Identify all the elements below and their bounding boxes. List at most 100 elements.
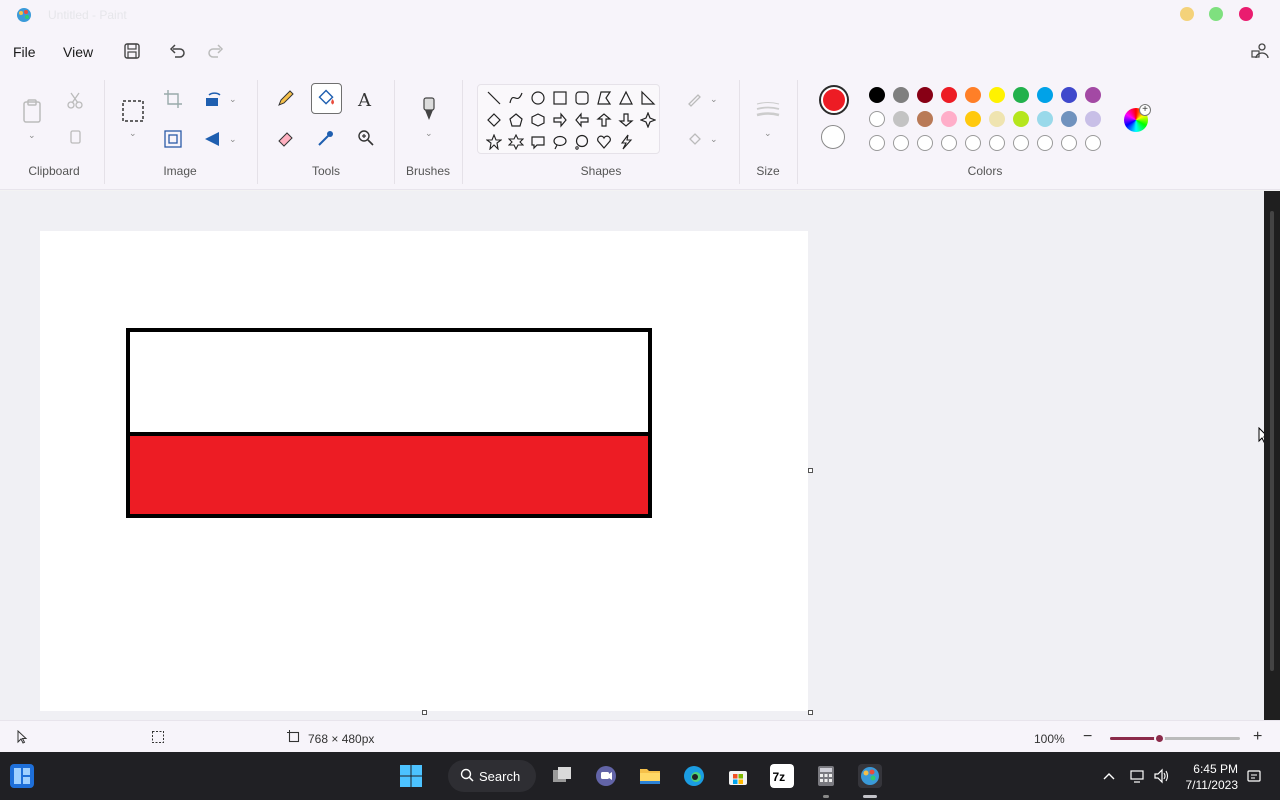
scrollbar-thumb[interactable] — [1270, 211, 1274, 671]
triangle-shape-icon[interactable] — [618, 90, 634, 106]
custom-color-slot[interactable] — [1037, 135, 1053, 151]
zoom-slider-thumb[interactable] — [1154, 733, 1166, 744]
file-explorer-icon[interactable] — [638, 764, 662, 788]
view-menu[interactable]: View — [63, 44, 93, 60]
palette-swatch[interactable] — [893, 87, 909, 103]
widgets-icon[interactable] — [10, 764, 34, 788]
polygon-shape-icon[interactable] — [596, 90, 612, 106]
palette-swatch[interactable] — [893, 111, 909, 127]
palette-swatch[interactable] — [989, 87, 1005, 103]
select-icon[interactable] — [121, 99, 145, 123]
canvas-resize-handle-bottom[interactable] — [422, 710, 427, 715]
palette-swatch[interactable] — [1085, 87, 1101, 103]
rectangular-callout-shape-icon[interactable] — [530, 134, 546, 150]
pentagon-shape-icon[interactable] — [508, 112, 524, 128]
oval-callout-shape-icon[interactable] — [552, 134, 568, 150]
copy-icon[interactable] — [66, 128, 84, 146]
rounded-rectangle-shape-icon[interactable] — [574, 90, 590, 106]
palette-swatch[interactable] — [869, 111, 885, 127]
eraser-icon[interactable] — [276, 128, 296, 148]
edge-browser-icon[interactable] — [682, 764, 706, 788]
lightning-shape-icon[interactable] — [618, 134, 634, 150]
zoom-slider[interactable] — [1110, 733, 1240, 744]
custom-color-slot[interactable] — [1061, 135, 1077, 151]
color-picker-icon[interactable] — [316, 128, 336, 148]
custom-color-slot[interactable] — [941, 135, 957, 151]
pencil-icon[interactable] — [276, 88, 296, 108]
palette-swatch[interactable] — [917, 87, 933, 103]
primary-color-button[interactable] — [819, 85, 849, 115]
curve-shape-icon[interactable] — [508, 90, 524, 106]
edit-colors-button[interactable]: + — [1124, 104, 1151, 132]
chat-icon[interactable] — [594, 764, 618, 788]
palette-swatch[interactable] — [917, 111, 933, 127]
palette-swatch[interactable] — [1061, 87, 1077, 103]
chevron-down-icon[interactable]: ⌄ — [229, 94, 237, 105]
notifications-icon[interactable] — [1246, 768, 1262, 784]
shape-fill-icon[interactable] — [686, 130, 704, 148]
magnifier-icon[interactable] — [356, 128, 376, 148]
line-shape-icon[interactable] — [486, 90, 502, 106]
chevron-down-icon[interactable]: ⌄ — [229, 134, 237, 145]
save-icon[interactable] — [122, 41, 142, 61]
palette-swatch[interactable] — [1037, 111, 1053, 127]
zoom-in-button[interactable]: + — [1253, 728, 1262, 746]
palette-swatch[interactable] — [989, 111, 1005, 127]
crop-icon[interactable] — [163, 89, 183, 109]
cut-icon[interactable] — [65, 90, 85, 110]
oval-shape-icon[interactable] — [530, 90, 546, 106]
start-icon[interactable] — [399, 764, 423, 788]
custom-color-slot[interactable] — [917, 135, 933, 151]
palette-swatch[interactable] — [1061, 111, 1077, 127]
right-triangle-shape-icon[interactable] — [640, 90, 656, 106]
heart-shape-icon[interactable] — [596, 134, 612, 150]
volume-icon[interactable] — [1153, 768, 1169, 784]
rectangle-shape-icon[interactable] — [552, 90, 568, 106]
chevron-down-icon[interactable]: ⌄ — [710, 134, 718, 145]
zoom-level-text[interactable]: 100% — [1034, 732, 1065, 746]
four-point-star-shape-icon[interactable] — [639, 111, 657, 129]
taskbar-clock[interactable]: 6:45 PM 7/11/2023 — [1182, 761, 1239, 793]
chevron-down-icon[interactable]: ⌄ — [28, 130, 36, 141]
left-arrow-shape-icon[interactable] — [574, 112, 590, 128]
drawing-canvas[interactable] — [40, 231, 808, 711]
text-icon[interactable]: A — [355, 88, 377, 111]
custom-color-slot[interactable] — [893, 135, 909, 151]
up-arrow-shape-icon[interactable] — [596, 112, 612, 128]
resize-icon[interactable] — [163, 129, 183, 149]
palette-swatch[interactable] — [1013, 87, 1029, 103]
maximize-button[interactable] — [1209, 7, 1223, 21]
file-menu[interactable]: File — [13, 44, 36, 60]
palette-swatch[interactable] — [1013, 111, 1029, 127]
palette-swatch[interactable] — [941, 111, 957, 127]
chevron-down-icon[interactable]: ⌄ — [425, 128, 433, 139]
account-icon[interactable] — [1250, 41, 1270, 61]
paste-icon[interactable] — [20, 98, 44, 124]
six-point-star-shape-icon[interactable] — [507, 133, 525, 151]
undo-icon[interactable] — [167, 41, 187, 61]
task-view-icon[interactable] — [550, 764, 574, 788]
chevron-down-icon[interactable]: ⌄ — [710, 94, 718, 105]
microsoft-store-icon[interactable] — [726, 764, 750, 788]
taskbar-search-button[interactable]: Search — [448, 760, 536, 792]
down-arrow-shape-icon[interactable] — [618, 112, 634, 128]
right-arrow-shape-icon[interactable] — [552, 112, 568, 128]
outline-icon[interactable] — [686, 90, 704, 108]
palette-swatch[interactable] — [1037, 87, 1053, 103]
canvas-resize-handle-right[interactable] — [808, 468, 813, 473]
zoom-out-button[interactable]: − — [1083, 728, 1092, 746]
palette-swatch[interactable] — [941, 87, 957, 103]
canvas-resize-handle-corner[interactable] — [808, 710, 813, 715]
palette-swatch[interactable] — [1085, 111, 1101, 127]
custom-color-slot[interactable] — [965, 135, 981, 151]
chevron-down-icon[interactable]: ⌄ — [764, 128, 772, 139]
vertical-scrollbar[interactable] — [1264, 191, 1280, 720]
custom-color-slot[interactable] — [1013, 135, 1029, 151]
7zip-icon[interactable]: 7z — [770, 764, 794, 788]
close-button[interactable] — [1239, 7, 1253, 21]
minimize-button[interactable] — [1180, 7, 1194, 21]
diamond-shape-icon[interactable] — [486, 112, 502, 128]
five-point-star-shape-icon[interactable] — [485, 133, 503, 151]
palette-swatch[interactable] — [965, 111, 981, 127]
palette-swatch[interactable] — [869, 87, 885, 103]
